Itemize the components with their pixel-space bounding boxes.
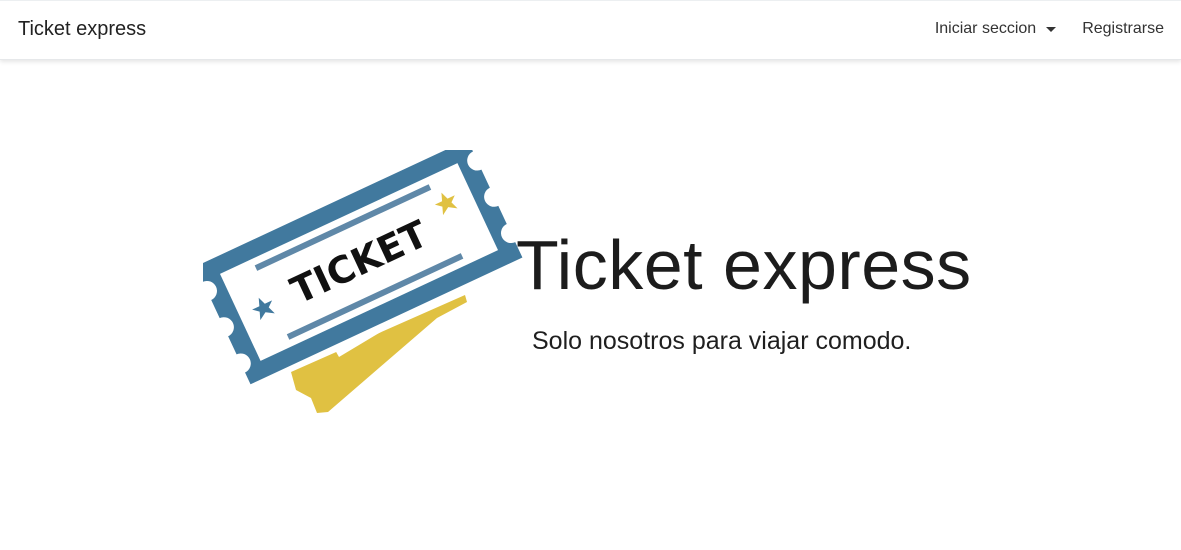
navbar-brand[interactable]: Ticket express [18,18,146,41]
hero-subtitle: Solo nosotros para viajar comodo. [532,327,912,355]
login-dropdown-label: Iniciar seccion [934,20,1037,37]
navbar-links: Iniciar seccion Registrarse [935,20,1164,38]
login-dropdown[interactable]: Iniciar seccion [934,20,1057,38]
ticket-logo-icon: TICKET [203,150,523,413]
caret-down-icon [1046,27,1057,32]
register-link[interactable]: Registrarse [1082,20,1164,38]
hero-title: Ticket express [516,226,972,304]
top-navbar: Ticket express Iniciar seccion Registrar… [0,0,1181,60]
